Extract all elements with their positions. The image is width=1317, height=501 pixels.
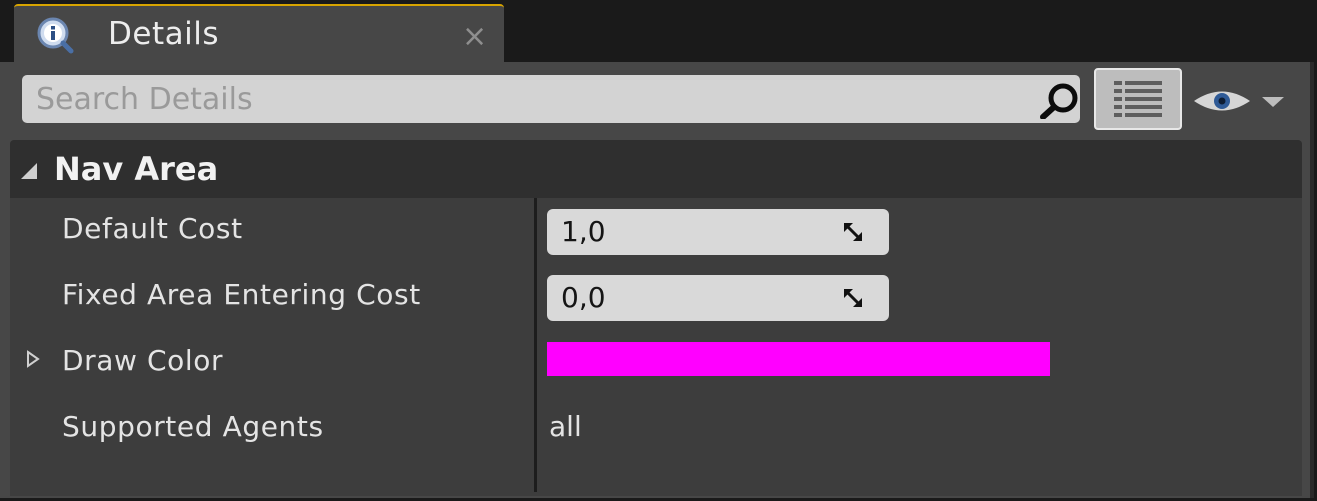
property-row-default-cost: Default Cost 1,0 [10,198,1302,264]
tab-title: Details [108,16,219,52]
category-nav-area[interactable]: Nav Area [10,140,1302,198]
search-input[interactable] [36,81,996,117]
property-label: Supported Agents [62,410,324,443]
visibility-filter-button[interactable] [1192,86,1292,116]
property-row-draw-color: Draw Color [10,330,1302,396]
collapse-arrow-icon [21,163,37,179]
tab-strip: Details × [0,0,1317,62]
property-row-supported-agents: Supported Agents all [10,396,1302,462]
details-body: Nav Area Default Cost 1,0 Fixed Area Ent… [0,62,1314,498]
details-panel: Details × Search Details Nav Area Defaul… [0,0,1317,501]
default-cost-value[interactable]: 1,0 [561,215,606,248]
property-row-fixed-area-entering-cost: Fixed Area Entering Cost 0,0 [10,264,1302,330]
property-label: Fixed Area Entering Cost [62,278,421,311]
category-title: Nav Area [54,150,219,188]
property-list: Default Cost 1,0 Fixed Area Entering Cos… [10,198,1302,496]
property-label: Default Cost [62,212,243,245]
chevron-down-icon [1262,97,1284,107]
fixed-area-entering-cost-field[interactable]: 0,0 [547,275,889,321]
draw-color-swatch[interactable] [547,342,1050,376]
tab-details[interactable]: Details × [14,4,504,62]
search-box[interactable] [22,75,1080,123]
property-label: Draw Color [62,344,224,377]
default-cost-field[interactable]: 1,0 [547,209,889,255]
search-icon[interactable] [1034,81,1086,119]
drag-resize-icon[interactable] [843,222,863,242]
drag-resize-icon[interactable] [843,288,863,308]
view-options-button[interactable] [1094,68,1182,130]
eye-icon [1194,91,1250,111]
list-view-icon [1114,81,1162,117]
fixed-area-entering-cost-value[interactable]: 0,0 [561,281,606,314]
close-icon[interactable]: × [462,22,487,52]
supported-agents-value: all [549,410,582,443]
info-icon [37,17,74,54]
expand-arrow-icon[interactable] [26,350,40,368]
